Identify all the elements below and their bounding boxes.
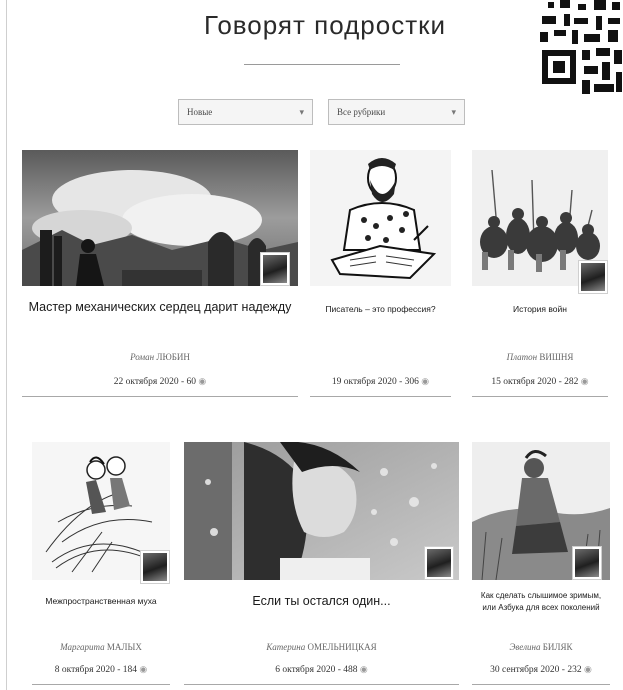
article-author[interactable]: Маргарита МАЛЫХ xyxy=(32,642,170,652)
book-thumbnail[interactable] xyxy=(140,550,170,584)
article-meta: 30 сентября 2020 - 232 ◉ xyxy=(490,664,592,675)
card-divider xyxy=(184,684,459,685)
page-title: Говорят подростки xyxy=(203,10,447,40)
category-select[interactable]: Все рубрики ▾ xyxy=(328,99,465,125)
article-author[interactable]: Эвелина БИЛЯК xyxy=(472,642,610,652)
card-divider xyxy=(22,396,298,397)
article-title[interactable]: Мастер механических сердец дарит надежду xyxy=(22,300,298,314)
chevron-down-icon: ▾ xyxy=(451,107,456,117)
article-meta: 8 октября 2020 - 184 ◉ xyxy=(54,664,148,675)
eye-icon: ◉ xyxy=(421,376,430,386)
article-author[interactable]: Платон ВИШНЯ xyxy=(472,352,608,362)
sort-select[interactable]: Новые ▾ xyxy=(178,99,313,125)
sort-select-value: Новые xyxy=(187,107,213,117)
eye-icon: ◉ xyxy=(583,664,592,674)
article-meta: 6 октября 2020 - 488 ◉ xyxy=(275,664,368,675)
card-divider xyxy=(472,396,608,397)
article-image[interactable] xyxy=(184,442,459,580)
article-card[interactable]: Как сделать слышимое зримым, или Азбука … xyxy=(472,442,610,686)
eye-icon: ◉ xyxy=(359,664,368,674)
article-image[interactable] xyxy=(22,150,298,286)
article-meta: 15 октября 2020 - 282 ◉ xyxy=(491,376,589,387)
article-image[interactable] xyxy=(310,150,451,286)
book-thumbnail[interactable] xyxy=(578,260,608,294)
article-title[interactable]: История войн xyxy=(472,304,608,314)
eye-icon: ◉ xyxy=(139,664,148,674)
article-meta: 22 октября 2020 - 60 ◉ xyxy=(113,376,207,387)
category-select-value: Все рубрики xyxy=(337,107,386,117)
card-divider xyxy=(310,396,451,397)
article-card[interactable]: Мастер механических сердец дарит надежду… xyxy=(22,150,298,398)
article-card[interactable]: История войн Платон ВИШНЯ 15 октября 202… xyxy=(472,150,608,398)
article-card[interactable]: Писатель – это профессия? 19 октября 202… xyxy=(310,150,451,398)
article-title[interactable]: Если ты остался один... xyxy=(184,594,459,608)
article-card[interactable]: Если ты остался один... Катерина ОМЕЛЬНИ… xyxy=(184,442,459,686)
page-border xyxy=(6,0,7,690)
qr-code xyxy=(538,0,623,100)
article-author[interactable]: Роман ЛЮБИН xyxy=(22,352,298,362)
book-thumbnail[interactable] xyxy=(260,252,290,286)
eye-icon: ◉ xyxy=(198,376,207,386)
article-author[interactable]: Катерина ОМЕЛЬНИЦКАЯ xyxy=(184,642,459,652)
title-divider xyxy=(244,64,400,65)
eye-icon: ◉ xyxy=(580,376,589,386)
card-divider xyxy=(32,684,170,685)
book-thumbnail[interactable] xyxy=(424,546,454,580)
article-card[interactable]: Межпространственная муха Маргарита МАЛЫХ… xyxy=(32,442,170,686)
article-meta: 19 октября 2020 - 306 ◉ xyxy=(331,376,430,387)
article-title[interactable]: Писатель – это профессия? xyxy=(310,304,451,314)
chevron-down-icon: ▾ xyxy=(299,107,304,117)
article-title[interactable]: Межпространственная муха xyxy=(32,596,170,606)
article-title[interactable]: Как сделать слышимое зримым, или Азбука … xyxy=(472,590,610,614)
card-divider xyxy=(472,684,610,685)
book-thumbnail[interactable] xyxy=(572,546,602,580)
